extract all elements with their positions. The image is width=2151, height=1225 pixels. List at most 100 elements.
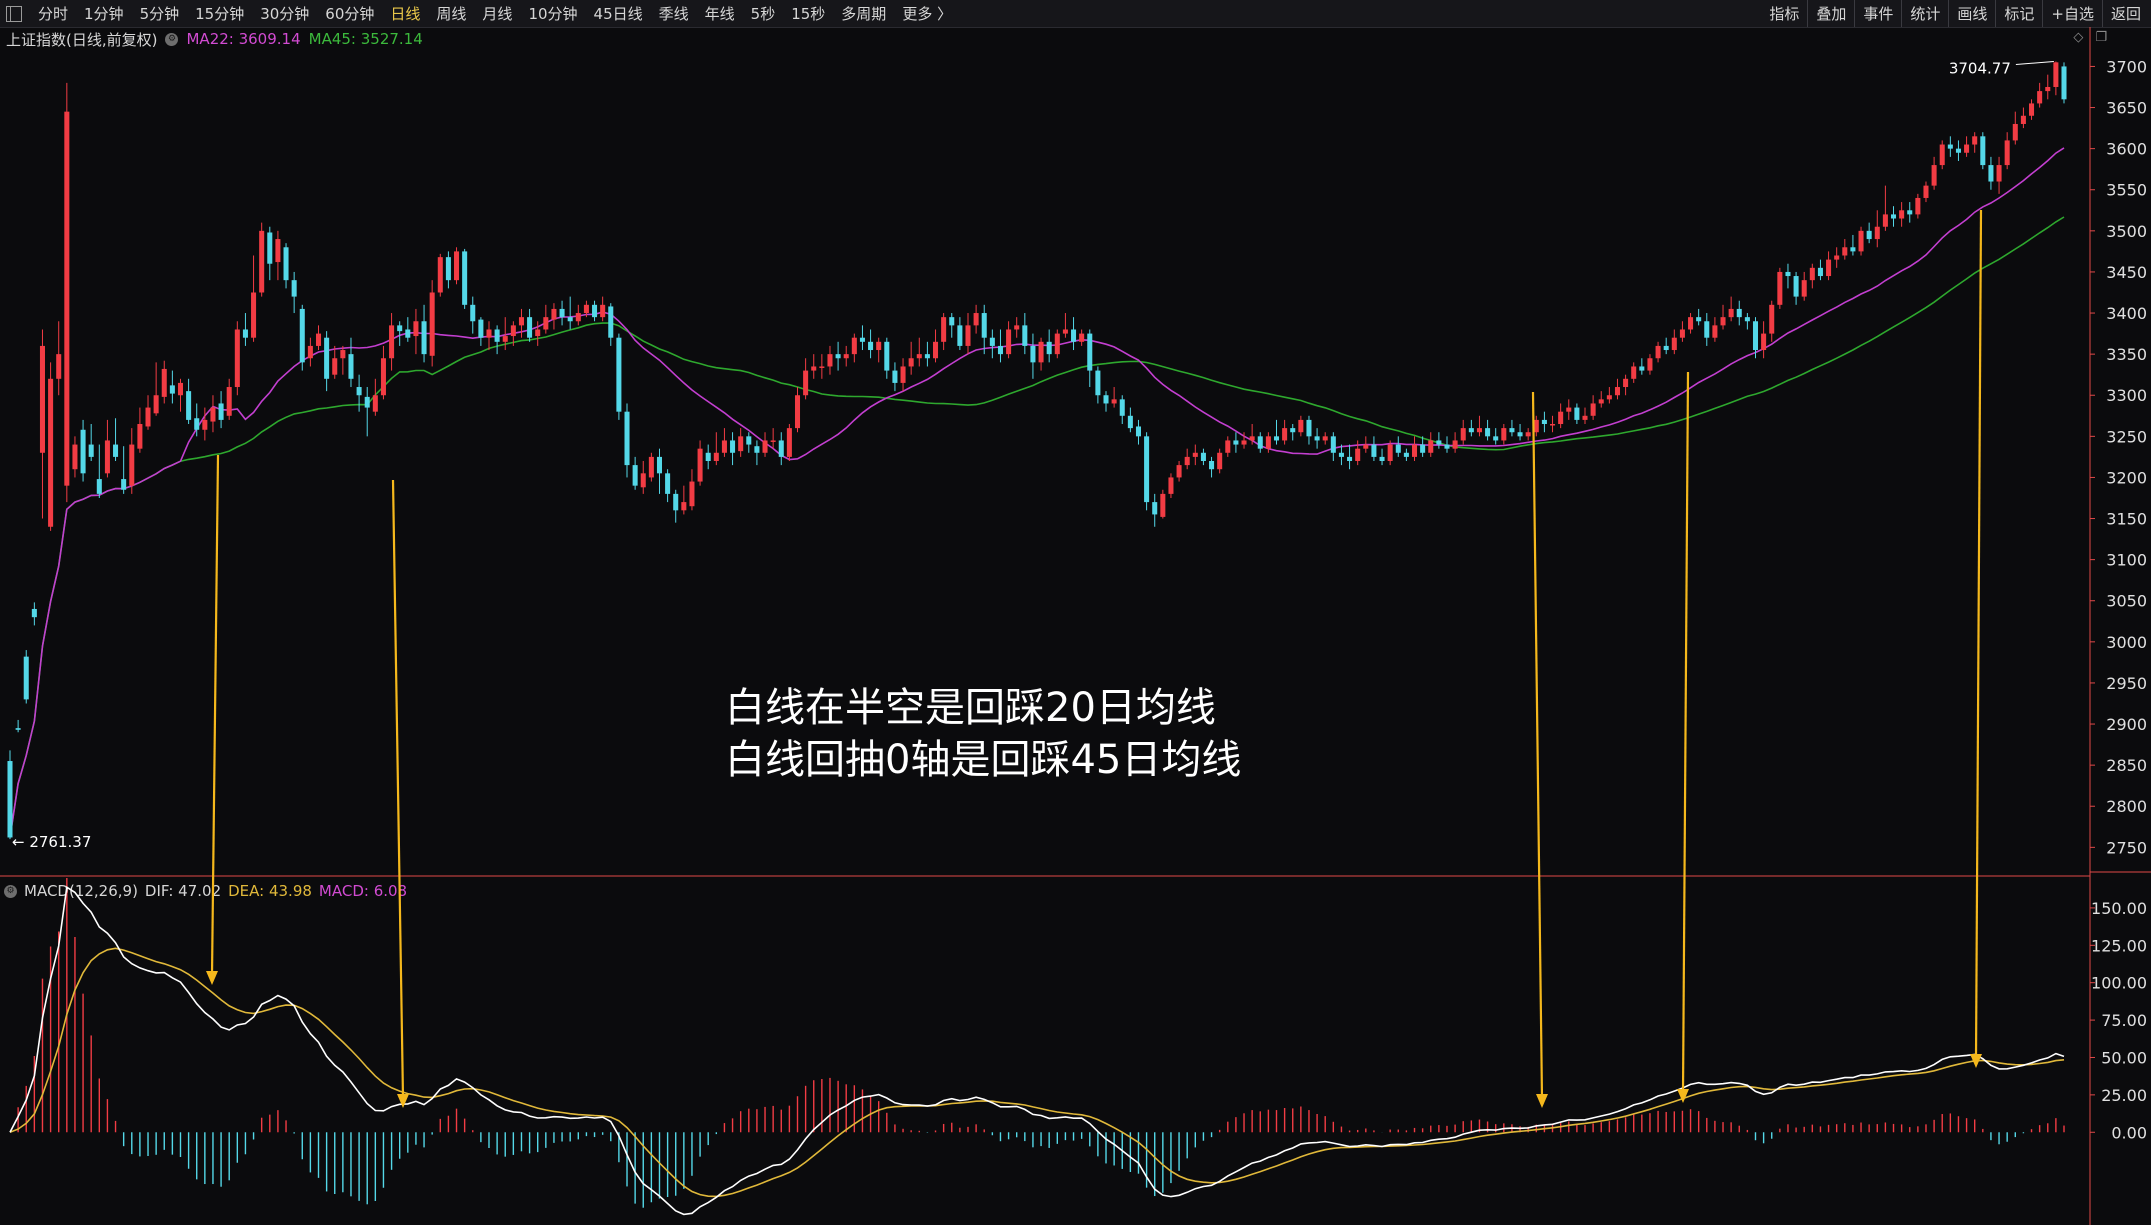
- candle-body: [96, 479, 102, 494]
- candle-body: [1420, 444, 1426, 453]
- candle-body: [1582, 415, 1588, 420]
- candle-body: [957, 325, 963, 346]
- candle-body: [88, 444, 94, 457]
- candle-body: [616, 337, 622, 412]
- candle-body: [835, 354, 841, 359]
- candle-body: [137, 424, 143, 449]
- candle-body: [1744, 317, 1750, 322]
- candle-body: [1054, 333, 1060, 355]
- candle-body: [738, 436, 744, 452]
- price-tick-label: 3600: [2106, 140, 2147, 159]
- candle-body: [1939, 144, 1945, 166]
- candle-body: [267, 232, 273, 264]
- candle-body: [1809, 267, 1815, 281]
- candle-body: [470, 304, 476, 322]
- candle-body: [1062, 329, 1068, 334]
- candle-body: [794, 395, 801, 429]
- candle-body: [1964, 144, 1970, 153]
- candle-body: [1127, 415, 1133, 429]
- candle-body: [1550, 424, 1556, 426]
- price-tick-label: 3700: [2106, 57, 2147, 76]
- price-tick-label: 3500: [2106, 222, 2147, 241]
- candle-body: [811, 366, 817, 371]
- candle-body: [1639, 366, 1645, 371]
- candle-body: [778, 440, 784, 457]
- candle-body: [1899, 210, 1905, 219]
- candle-body: [713, 452, 719, 461]
- macd-tick-label: 125.00: [2091, 936, 2147, 955]
- candle-body: [218, 403, 224, 420]
- candle-body: [1298, 419, 1304, 433]
- candle-body: [1720, 317, 1726, 326]
- candle-body: [2045, 86, 2051, 92]
- kline-chart[interactable]: 2750 2800 2850 2900 2950 3000 3050 3100 3150 3200…: [0, 0, 2151, 1225]
- candle-body: [1850, 247, 1856, 252]
- candle-body: [1135, 426, 1141, 437]
- candle-body: [129, 444, 135, 486]
- candle-body: [730, 440, 736, 453]
- candle-body: [186, 391, 192, 420]
- candle-body: [1688, 317, 1694, 330]
- candle-body: [259, 230, 265, 293]
- macd-tick-label: 75.00: [2101, 1011, 2147, 1030]
- candle-body: [283, 247, 289, 281]
- candle-body: [1322, 436, 1328, 441]
- candle-body: [307, 345, 313, 359]
- candle-body: [1152, 502, 1158, 515]
- candle-body: [965, 325, 971, 346]
- candle-body: [454, 251, 460, 281]
- candle-body: [535, 329, 541, 337]
- candle-body: [242, 329, 248, 338]
- price-tick-label: 3150: [2106, 510, 2147, 529]
- candle-body: [1890, 214, 1897, 219]
- candle-body: [31, 608, 37, 618]
- candle-body: [1777, 271, 1783, 305]
- candle-body: [1257, 436, 1263, 449]
- callout-arrow-head: [1536, 1094, 1548, 1108]
- candle-body: [332, 358, 338, 375]
- candle-body: [1907, 210, 1913, 215]
- candle-body: [210, 407, 216, 422]
- candle-body: [121, 479, 127, 490]
- candle-body: [348, 354, 354, 379]
- candle-body: [478, 319, 484, 338]
- candle-body: [543, 317, 549, 330]
- candle-body: [324, 337, 330, 379]
- macd-tick-label: 100.00: [2091, 974, 2147, 993]
- candle-body: [104, 440, 110, 474]
- candle-body: [1160, 493, 1166, 517]
- candle-body: [1493, 436, 1499, 441]
- candle-body: [1144, 436, 1150, 503]
- macd-tick-label: 50.00: [2101, 1048, 2147, 1067]
- candle-body: [884, 341, 890, 371]
- candle-body: [559, 308, 565, 318]
- callout-arrow: [1531, 391, 1544, 1099]
- candle-body: [202, 419, 208, 430]
- candle-body: [933, 341, 939, 359]
- candle-body: [1988, 165, 1994, 182]
- candle-body: [1509, 428, 1515, 433]
- candle-body: [1314, 436, 1320, 441]
- price-tick-label: 3650: [2106, 99, 2147, 118]
- candle-body: [2037, 91, 2043, 104]
- candle-body: [194, 418, 200, 430]
- candle-body: [275, 239, 281, 263]
- candle-body: [372, 395, 378, 412]
- candle-body: [1955, 148, 1961, 153]
- candle-body: [169, 385, 175, 394]
- candle-body: [226, 387, 232, 416]
- candle-body: [1395, 444, 1401, 453]
- candle-body: [1525, 432, 1531, 437]
- macd-tick-label: 150.00: [2091, 899, 2147, 918]
- candle-body: [567, 317, 573, 322]
- candle-body: [1671, 337, 1677, 351]
- candle-body: [1801, 280, 1807, 297]
- candle-body: [762, 440, 768, 453]
- candle-body: [1923, 185, 1929, 198]
- candle-body: [673, 493, 679, 511]
- candle-body: [1761, 333, 1767, 351]
- candle-body: [827, 354, 833, 367]
- candle-body: [1485, 428, 1491, 437]
- candle-body: [1355, 448, 1361, 461]
- candle-body: [1712, 325, 1718, 338]
